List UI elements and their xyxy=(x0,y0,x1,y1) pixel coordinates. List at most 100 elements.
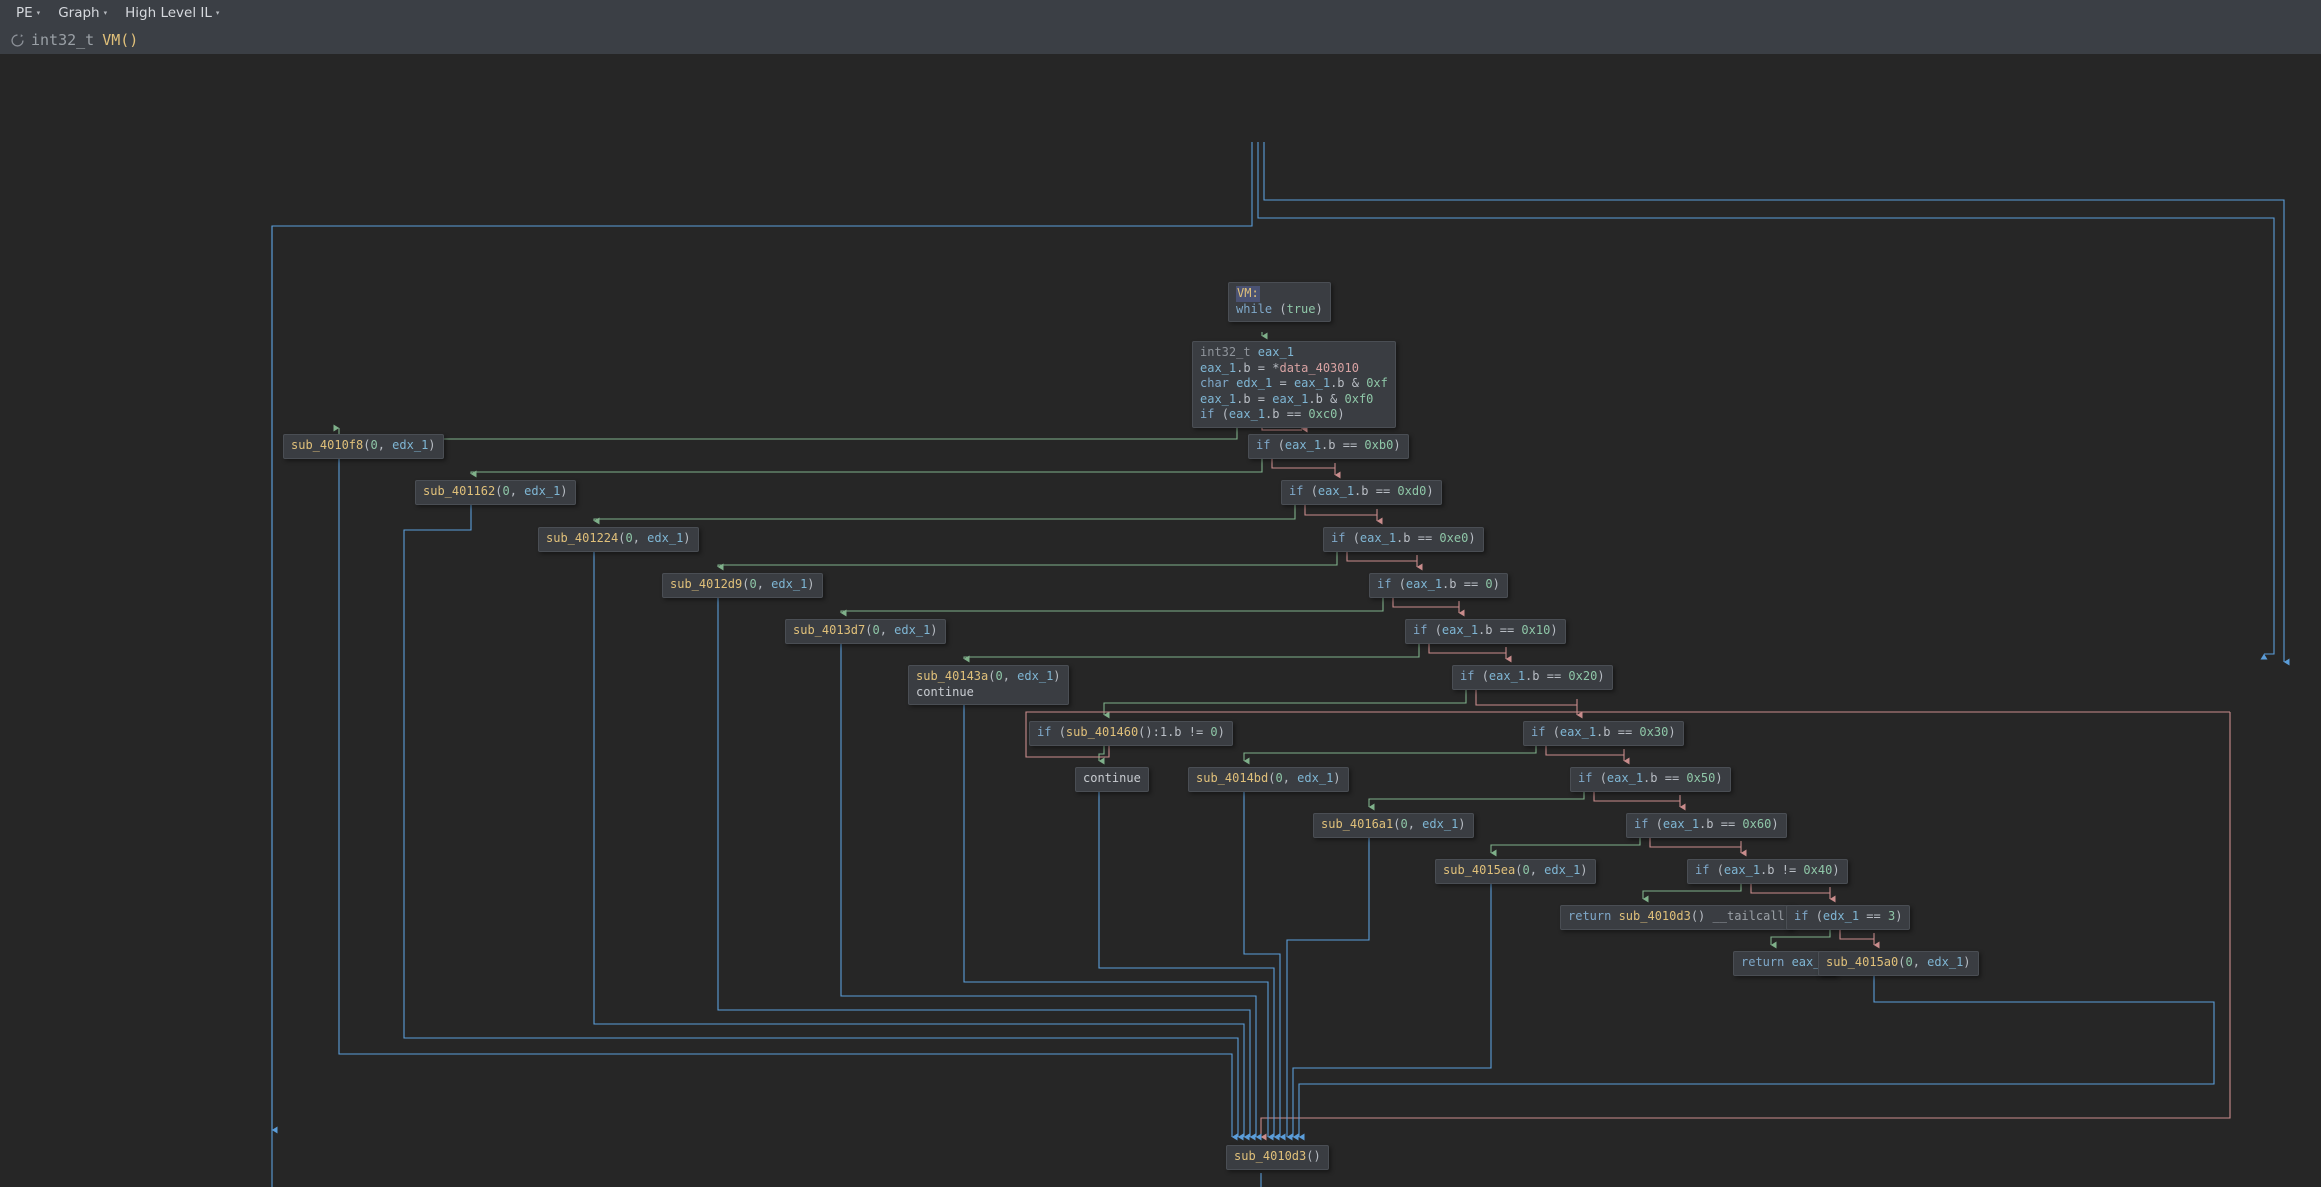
node-sub-40143a[interactable]: sub_40143a(0, edx_1)continue xyxy=(908,665,1069,705)
menu-item-pe[interactable]: PE ▾ xyxy=(8,3,50,24)
node-if-eax-50[interactable]: if (eax_1.b == 0x50) xyxy=(1570,767,1731,792)
code-token: ) xyxy=(1333,771,1340,785)
node-vm-header[interactable]: VM:while (true) xyxy=(1228,282,1331,322)
node-return-sub-4010d3-tailcall[interactable]: return sub_4010d3() __tailcall xyxy=(1560,905,1793,930)
code-token: if xyxy=(1377,577,1399,591)
node-if-eax-d0[interactable]: if (eax_1.b == 0xd0) xyxy=(1281,480,1442,505)
code-token: if xyxy=(1695,863,1717,877)
node-sub-4015ea[interactable]: sub_4015ea(0, edx_1) xyxy=(1435,859,1596,884)
node-if-eax-10[interactable]: if (eax_1.b == 0x10) xyxy=(1405,619,1566,644)
code-token: 0 xyxy=(502,484,509,498)
code-token: , xyxy=(880,623,894,637)
code-token: ) xyxy=(1580,863,1587,877)
node-line: if (edx_1 == 3) xyxy=(1794,909,1902,925)
code-token: .b = * xyxy=(1236,361,1279,375)
code-token: ( xyxy=(1600,771,1607,785)
code-token: , xyxy=(1408,817,1422,831)
graph-canvas[interactable]: VM:while (true) int32_t eax_1eax_1.b = *d… xyxy=(0,54,2321,1187)
code-token: ) xyxy=(807,577,814,591)
code-token: ( xyxy=(1816,909,1823,923)
node-line: VM: xyxy=(1236,286,1323,302)
code-token: 0xd0 xyxy=(1397,484,1426,498)
code-token: 0xe0 xyxy=(1439,531,1468,545)
code-token: edx_1 xyxy=(1236,376,1272,390)
node-if-eax-zero[interactable]: if (eax_1.b == 0) xyxy=(1369,573,1508,598)
node-if-sub-401460[interactable]: if (sub_401460():1.b != 0) xyxy=(1029,721,1233,746)
code-token: if xyxy=(1289,484,1311,498)
code-token: 0x40 xyxy=(1803,863,1832,877)
code-token: 0x50 xyxy=(1686,771,1715,785)
code-token: eax_1 xyxy=(1724,863,1760,877)
code-token: if xyxy=(1531,725,1553,739)
function-name[interactable]: VM() xyxy=(102,31,138,49)
node-if-eax-b0[interactable]: if (eax_1.b == 0xb0) xyxy=(1248,434,1409,459)
node-if-edx-eq-3[interactable]: if (edx_1 == 3) xyxy=(1786,905,1910,930)
node-sub-401224[interactable]: sub_401224(0, edx_1) xyxy=(538,527,699,552)
code-token: ( xyxy=(1279,302,1286,316)
code-token: eax_1 xyxy=(1560,725,1596,739)
code-token: ) xyxy=(1337,407,1344,421)
code-token: = xyxy=(1272,376,1294,390)
node-line: sub_4010f8(0, edx_1) xyxy=(291,438,436,454)
node-if-eax-e0[interactable]: if (eax_1.b == 0xe0) xyxy=(1323,527,1484,552)
code-token: 0 xyxy=(370,438,377,452)
code-token: edx_1 xyxy=(1297,771,1333,785)
code-token: ( xyxy=(1278,438,1285,452)
node-sub-4010d3[interactable]: sub_4010d3() xyxy=(1226,1145,1329,1170)
menu-item-high-level-il[interactable]: High Level IL ▾ xyxy=(117,3,229,24)
node-sub-4015a0[interactable]: sub_4015a0(0, edx_1) xyxy=(1818,951,1979,976)
node-sub-4013d7[interactable]: sub_4013d7(0, edx_1) xyxy=(785,619,946,644)
code-token: ) xyxy=(1895,909,1902,923)
node-line: return sub_4010d3() __tailcall xyxy=(1568,909,1785,925)
code-token: ( xyxy=(1656,817,1663,831)
refresh-icon[interactable] xyxy=(10,33,25,48)
code-token: 0 xyxy=(872,623,879,637)
code-token: if xyxy=(1634,817,1656,831)
code-token: sub_4012d9 xyxy=(670,577,742,591)
node-sub-4012d9[interactable]: sub_4012d9(0, edx_1) xyxy=(662,573,823,598)
code-token: edx_1 xyxy=(392,438,428,452)
node-if-eax-20[interactable]: if (eax_1.b == 0x20) xyxy=(1452,665,1613,690)
node-line: char edx_1 = eax_1.b & 0xf xyxy=(1200,376,1388,392)
code-token: edx_1 xyxy=(1927,955,1963,969)
node-sub-401162[interactable]: sub_401162(0, edx_1) xyxy=(415,480,576,505)
code-token: ( xyxy=(1311,484,1318,498)
code-token: 0xf0 xyxy=(1345,392,1374,406)
node-sub-4016a1[interactable]: sub_4016a1(0, edx_1) xyxy=(1313,813,1474,838)
node-line: sub_40143a(0, edx_1) xyxy=(916,669,1061,685)
node-line: while (true) xyxy=(1236,302,1323,318)
code-token: ) xyxy=(1468,531,1475,545)
code-token: ) xyxy=(1715,771,1722,785)
code-token: , xyxy=(1530,863,1544,877)
menu-item-graph[interactable]: Graph ▾ xyxy=(50,3,117,24)
code-token: if xyxy=(1413,623,1435,637)
node-sub-4014bd[interactable]: sub_4014bd(0, edx_1) xyxy=(1188,767,1349,792)
code-token: continue xyxy=(1083,771,1141,785)
code-token: sub_401460 xyxy=(1066,725,1138,739)
code-token: ) xyxy=(1316,302,1323,316)
code-token: ) xyxy=(930,623,937,637)
code-token: if xyxy=(1200,407,1222,421)
code-token: 0 xyxy=(1485,577,1492,591)
code-token: 0x60 xyxy=(1742,817,1771,831)
node-sub-4010f8[interactable]: sub_4010f8(0, edx_1) xyxy=(283,434,444,459)
node-if-eax-30[interactable]: if (eax_1.b == 0x30) xyxy=(1523,721,1684,746)
node-continue[interactable]: continue xyxy=(1075,767,1149,792)
node-line: int32_t eax_1 xyxy=(1200,345,1388,361)
code-token: VM: xyxy=(1236,286,1260,302)
code-token: , xyxy=(510,484,524,498)
code-token: while xyxy=(1236,302,1279,316)
code-token: .b == xyxy=(1525,669,1568,683)
code-token: .b == xyxy=(1699,817,1742,831)
node-if-eax-60[interactable]: if (eax_1.b == 0x60) xyxy=(1626,813,1787,838)
code-token: ) xyxy=(1458,817,1465,831)
node-line: eax_1.b = *data_403010 xyxy=(1200,361,1388,377)
code-token: edx_1 xyxy=(524,484,560,498)
function-return-type: int32_t xyxy=(31,31,94,49)
code-token: if xyxy=(1460,669,1482,683)
code-token: edx_1 xyxy=(1017,669,1053,683)
node-if-eax-not-40[interactable]: if (eax_1.b != 0x40) xyxy=(1687,859,1848,884)
code-token: , xyxy=(633,531,647,545)
code-token: edx_1 xyxy=(1544,863,1580,877)
node-entry-block[interactable]: int32_t eax_1eax_1.b = *data_403010char … xyxy=(1192,341,1396,428)
